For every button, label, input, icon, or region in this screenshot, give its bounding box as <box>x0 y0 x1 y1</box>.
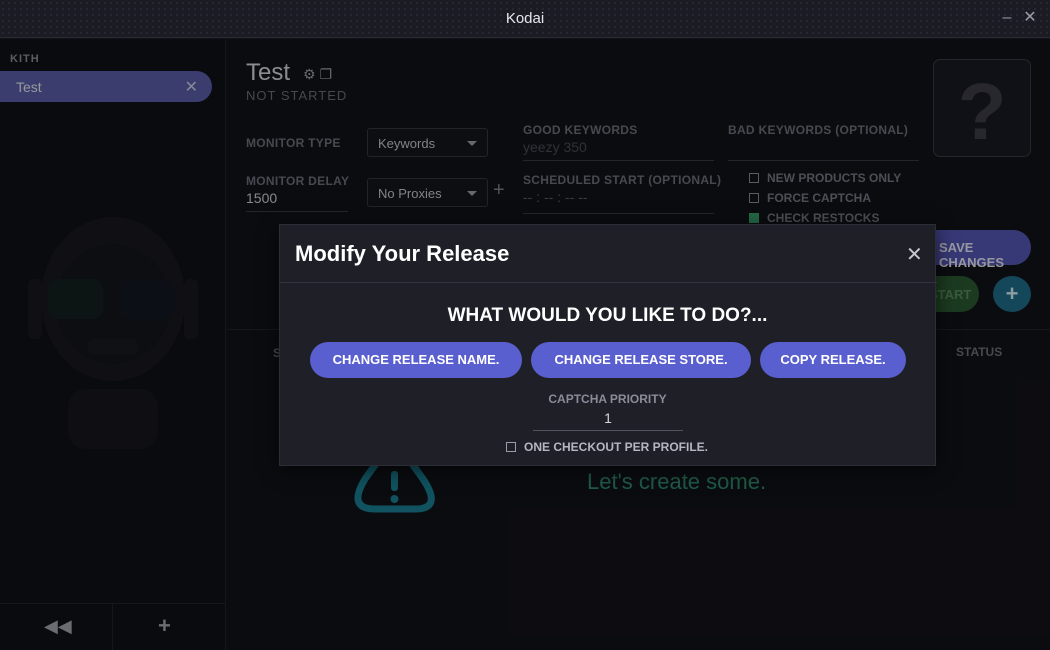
modal-question: WHAT WOULD YOU LIKE TO DO?... <box>447 305 768 326</box>
title-bar: Kodai – ✕ <box>0 0 1050 38</box>
copy-release-button[interactable]: COPY RELEASE. <box>760 342 906 378</box>
modal-header: Modify Your Release ✕ <box>280 225 937 283</box>
change-release-name-button[interactable]: CHANGE RELEASE NAME. <box>310 342 522 378</box>
one-checkout-checkbox[interactable]: ONE CHECKOUT PER PROFILE. <box>506 440 708 454</box>
modify-release-modal: Modify Your Release ✕ WHAT WOULD YOU LIK… <box>279 224 937 466</box>
modal-title: Modify Your Release <box>295 241 510 266</box>
window-title: Kodai <box>505 10 545 27</box>
captcha-priority-label: CAPTCHA PRIORITY <box>548 392 667 406</box>
checkbox-icon <box>506 442 516 452</box>
captcha-priority-input[interactable]: 1 <box>533 407 683 431</box>
one-checkout-label: ONE CHECKOUT PER PROFILE. <box>524 440 709 454</box>
change-release-store-button[interactable]: CHANGE RELEASE STORE. <box>531 342 751 378</box>
close-window-icon[interactable]: ✕ <box>1022 10 1038 26</box>
close-icon[interactable]: ✕ <box>906 242 923 267</box>
minimize-icon[interactable]: – <box>999 10 1015 26</box>
